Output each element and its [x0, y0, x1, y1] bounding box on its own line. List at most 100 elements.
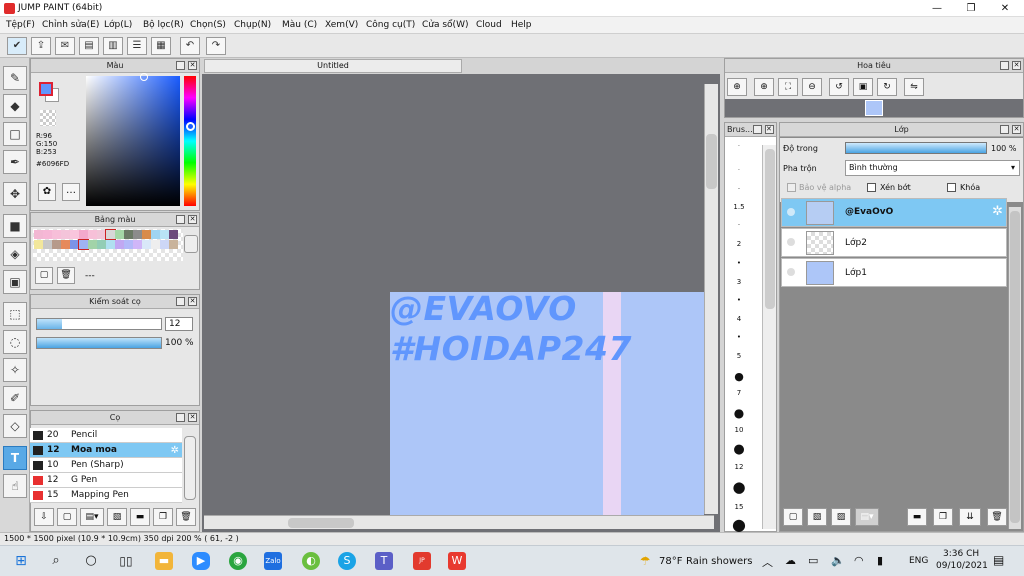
clock-time[interactable]: 3:36 CH [943, 549, 979, 559]
menu-capture[interactable]: Chụp(N) [234, 20, 271, 30]
layer-opacity-slider[interactable] [845, 142, 987, 154]
chrome-icon[interactable]: ◉ [229, 552, 247, 570]
canvas-horizontal-scrollbar[interactable] [204, 515, 714, 529]
task-view-icon[interactable]: ▯▯ [117, 552, 135, 570]
list-item[interactable]: 12 G Pen [30, 473, 182, 488]
new-layer-1bit-icon[interactable]: ▨ [831, 508, 851, 526]
folder-icon[interactable]: ▬ [907, 508, 927, 526]
palette-swatch[interactable] [34, 240, 43, 249]
palette-swatch[interactable] [133, 230, 142, 239]
brush-size-dot[interactable]: • [726, 296, 752, 304]
palette-swatch[interactable] [61, 230, 70, 239]
table-row[interactable]: Lớp2 [781, 228, 1007, 257]
zoom-out-icon[interactable]: ⊖ [802, 78, 822, 96]
close-icon[interactable]: ✕ [188, 61, 197, 70]
reset-rotation-icon[interactable]: ▣ [853, 78, 873, 96]
brush-opacity-slider[interactable] [36, 337, 162, 349]
clip-checkbox[interactable] [867, 183, 876, 192]
notification-icon[interactable]: ▤ [993, 553, 1004, 567]
brush-size-label[interactable]: 7 [726, 389, 752, 397]
palette-swatch[interactable] [105, 229, 116, 240]
list-icon[interactable]: ☰ [127, 37, 147, 55]
minimize-button[interactable]: — [920, 0, 954, 17]
pen-tool-icon[interactable]: ✒ [3, 150, 27, 174]
canvas-text-line1[interactable]: @EVAOVO [390, 289, 577, 328]
palette-swatch[interactable] [70, 240, 79, 249]
brush-size-input[interactable]: 12 [165, 317, 193, 331]
brush-size-dot[interactable]: · [726, 185, 752, 193]
palette-swatch[interactable] [151, 230, 160, 239]
move-tool-icon[interactable]: ✥ [3, 182, 27, 206]
float-icon[interactable] [1000, 61, 1009, 70]
float-icon[interactable] [176, 61, 185, 70]
layers-scrollbar[interactable] [1008, 207, 1021, 529]
palette-swatch[interactable] [124, 240, 133, 249]
undo-icon[interactable]: ↶ [180, 37, 200, 55]
rotate-left-icon[interactable]: ↺ [829, 78, 849, 96]
duplicate-icon[interactable]: ❐ [153, 508, 173, 526]
select-pen-tool-icon[interactable]: ✐ [3, 386, 27, 410]
chat-icon[interactable]: ✉ [55, 37, 75, 55]
network-icon[interactable]: ▭ [808, 554, 818, 567]
brush-copy-icon[interactable]: ▧ [107, 508, 127, 526]
hand-tool-icon[interactable]: ☝ [3, 474, 27, 498]
color-wheel-icon[interactable]: ✿ [38, 183, 56, 201]
menu-help[interactable]: Help [511, 20, 532, 30]
eraser-tool-icon[interactable]: ◆ [3, 94, 27, 118]
brush-size-dot[interactable]: • [726, 333, 752, 341]
lock-checkbox[interactable] [947, 183, 956, 192]
magic-wand-tool-icon[interactable]: ✧ [3, 358, 27, 382]
layer-visibility-icon[interactable] [787, 208, 795, 216]
list-item[interactable]: 12 Moa moa ✲ [30, 443, 182, 458]
menu-layer[interactable]: Lớp(L) [104, 20, 132, 30]
brush-download-icon[interactable]: ⇩ [34, 508, 54, 526]
brush-size-label[interactable]: 1.5 [726, 203, 752, 211]
input-language[interactable]: ENG [909, 556, 928, 566]
menu-edit[interactable]: Chỉnh sửa(E) [42, 20, 99, 30]
settings-list-icon[interactable]: ▦ [151, 37, 171, 55]
palette-swatch[interactable] [124, 230, 133, 239]
close-icon[interactable]: ✕ [188, 413, 197, 422]
lasso-tool-icon[interactable]: ◌ [3, 330, 27, 354]
menu-window[interactable]: Cửa sổ(W) [422, 20, 468, 30]
rectangle-tool-icon[interactable]: □ [3, 122, 27, 146]
brush-size-label[interactable]: 4 [726, 315, 752, 323]
palette-swatch[interactable] [88, 230, 97, 239]
palette-swatch[interactable] [43, 230, 52, 239]
close-icon[interactable]: ✕ [765, 125, 774, 134]
brushes-scrollbar[interactable] [184, 436, 196, 500]
close-window-button[interactable]: ✕ [988, 0, 1022, 17]
zalo-icon[interactable]: Zalo [264, 552, 282, 570]
palette-scrollbar[interactable] [184, 235, 198, 253]
fill-rect-tool-icon[interactable]: ■ [3, 214, 27, 238]
menu-view[interactable]: Xem(V) [325, 20, 358, 30]
teams-icon[interactable]: T [375, 552, 393, 570]
palette-swatch[interactable] [97, 230, 106, 239]
table-row[interactable]: Lớp1 [781, 258, 1007, 287]
windows-start-icon[interactable]: ⊞ [12, 552, 30, 570]
wifi-icon[interactable]: ◠ [854, 554, 864, 567]
float-icon[interactable] [176, 297, 185, 306]
layer-menu-icon[interactable]: ▤▾ [855, 508, 879, 526]
zoom-app-icon[interactable]: ▶ [192, 552, 210, 570]
palette-swatch[interactable] [151, 240, 160, 249]
fit-icon[interactable]: ⛶ [778, 78, 798, 96]
brush-size-scrollbar[interactable] [762, 145, 776, 529]
picker-cursor[interactable] [140, 73, 148, 81]
coccoc-icon[interactable]: ◐ [302, 552, 320, 570]
text-tool-icon[interactable]: T [3, 446, 27, 470]
protect-alpha-checkbox[interactable] [787, 183, 796, 192]
wps-office-icon[interactable]: W [448, 552, 466, 570]
blend-mode-select[interactable]: Bình thường ▾ [845, 160, 1020, 176]
menu-select[interactable]: Chọn(S) [190, 20, 226, 30]
flip-icon[interactable]: ⇋ [904, 78, 924, 96]
folder-icon[interactable]: ▬ [130, 508, 150, 526]
new-brush-icon[interactable]: ▢ [57, 508, 77, 526]
list-item[interactable]: 15 Mapping Pen [30, 488, 182, 503]
list-item[interactable]: 10 Pen (Sharp) [30, 458, 182, 473]
palette-swatch[interactable] [88, 240, 97, 249]
brush-size-label[interactable]: 12 [726, 463, 752, 471]
cloud-icon[interactable]: ☁ [785, 554, 796, 567]
canvas-text-line2[interactable]: #HOIDAP247 [390, 329, 632, 368]
new-layer-8bit-icon[interactable]: ▧ [807, 508, 827, 526]
